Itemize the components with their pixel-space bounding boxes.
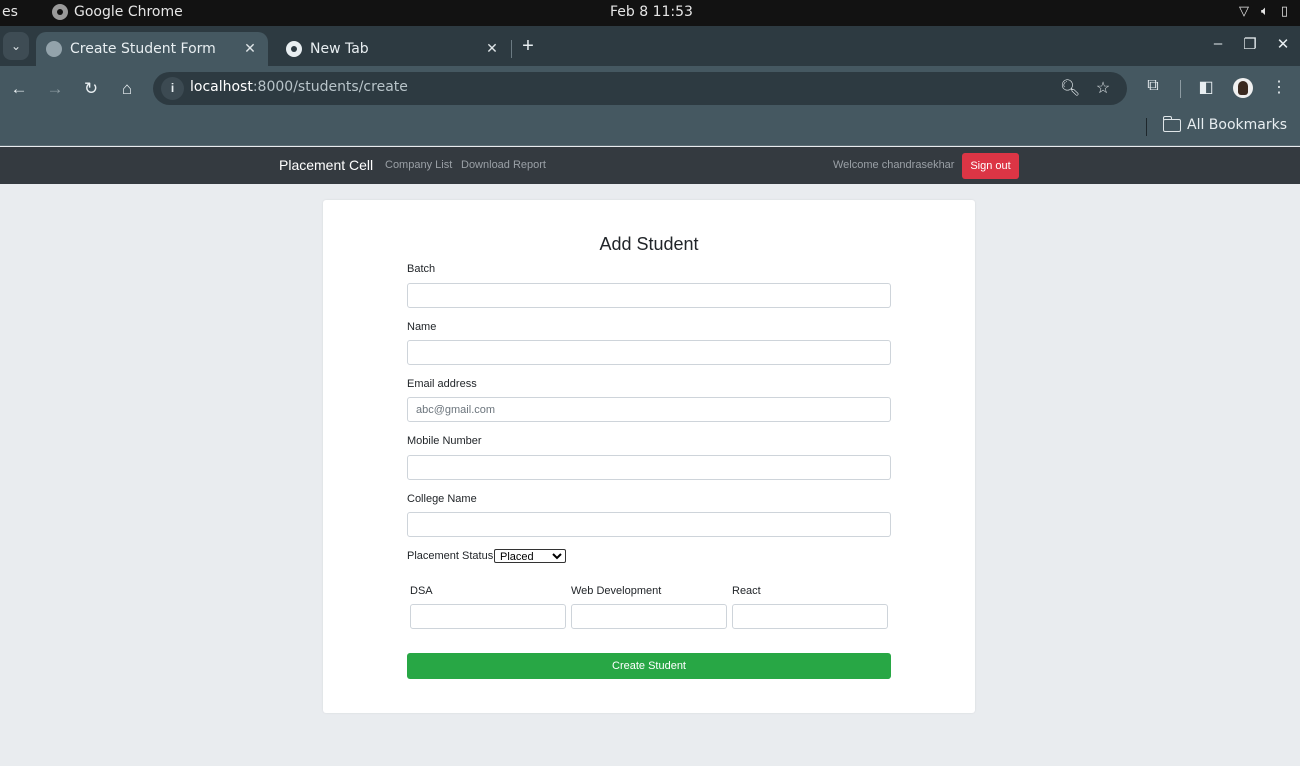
app-menu[interactable]: Google Chrome bbox=[52, 4, 183, 20]
tab-search-button[interactable]: ⌄ bbox=[3, 32, 29, 60]
college-input[interactable] bbox=[407, 512, 891, 537]
all-bookmarks-label: All Bookmarks bbox=[1187, 117, 1288, 133]
brand-link[interactable]: Placement Cell bbox=[279, 157, 373, 173]
tab-title: New Tab bbox=[310, 41, 369, 57]
chrome-icon bbox=[286, 41, 302, 57]
browser-toolbar: ← → ↻ ⌂ i localhost:8000/students/create… bbox=[0, 66, 1300, 111]
reload-button[interactable]: ↻ bbox=[79, 77, 103, 101]
app-name: Google Chrome bbox=[74, 4, 183, 20]
os-top-bar: es Google Chrome Feb 8 11:53 ▽ 🔈︎ ▯ bbox=[0, 0, 1300, 26]
placement-status-select[interactable]: Placed bbox=[494, 549, 566, 563]
toolbar-separator bbox=[1180, 80, 1181, 98]
back-button[interactable]: ← bbox=[7, 77, 31, 101]
url-path: :8000/students/create bbox=[252, 79, 408, 95]
nav-link-download-report[interactable]: Download Report bbox=[461, 159, 546, 171]
zoom-icon[interactable]: 🔍︎ bbox=[1060, 78, 1080, 98]
minimize-button[interactable]: – bbox=[1208, 35, 1228, 52]
new-tab-button[interactable]: + bbox=[518, 35, 538, 58]
name-label: Name bbox=[407, 321, 437, 333]
email-input[interactable] bbox=[407, 397, 891, 422]
page-title: Add Student bbox=[599, 234, 699, 254]
chrome-icon bbox=[52, 4, 68, 20]
close-tab-icon[interactable]: ✕ bbox=[482, 41, 502, 57]
sign-out-button[interactable]: Sign out bbox=[962, 153, 1019, 179]
restore-button[interactable]: ❐ bbox=[1240, 35, 1260, 53]
add-student-card: Add Student Batch Name Email address Mob… bbox=[323, 200, 975, 713]
home-button[interactable]: ⌂ bbox=[115, 77, 139, 101]
address-bar[interactable]: i localhost:8000/students/create 🔍︎ ☆ bbox=[153, 72, 1127, 105]
folder-icon bbox=[1162, 115, 1181, 132]
placement-status-label: Placement Status bbox=[407, 550, 494, 562]
site-navbar: Placement Cell Company List Download Rep… bbox=[0, 147, 1300, 184]
bookmark-star-icon[interactable]: ☆ bbox=[1093, 78, 1113, 98]
tab-separator bbox=[511, 40, 512, 58]
web-development-input[interactable] bbox=[571, 604, 727, 629]
system-tray[interactable]: ▽ 🔈︎ ▯ bbox=[1239, 4, 1288, 19]
react-label: React bbox=[732, 585, 761, 597]
battery-icon: ▯ bbox=[1280, 4, 1288, 19]
web-development-label: Web Development bbox=[571, 585, 662, 597]
nav-link-company-list[interactable]: Company List bbox=[385, 159, 452, 171]
email-label: Email address bbox=[407, 378, 477, 390]
bookmarks-bar: All Bookmarks bbox=[0, 111, 1300, 146]
site-info-icon[interactable]: i bbox=[161, 77, 184, 100]
profile-avatar[interactable] bbox=[1233, 78, 1253, 98]
dsa-input[interactable] bbox=[410, 604, 566, 629]
college-label: College Name bbox=[407, 493, 477, 505]
batch-label: Batch bbox=[407, 263, 436, 275]
wifi-icon: ▽ bbox=[1239, 4, 1250, 19]
tab-new-tab[interactable]: New Tab ✕ bbox=[276, 32, 510, 66]
mobile-label: Mobile Number bbox=[407, 435, 482, 447]
all-bookmarks-button[interactable]: All Bookmarks bbox=[1162, 115, 1288, 133]
url-text[interactable]: localhost:8000/students/create bbox=[190, 79, 408, 95]
name-input[interactable] bbox=[407, 340, 891, 365]
create-student-button[interactable]: Create Student bbox=[407, 653, 891, 679]
welcome-text: Welcome chandrasekhar bbox=[833, 159, 955, 171]
chevron-down-icon: ⌄ bbox=[10, 39, 22, 53]
tab-strip: ⌄ Create Student Form ✕ New Tab ✕ + – ❐ … bbox=[0, 26, 1300, 66]
forward-button[interactable]: → bbox=[43, 77, 67, 101]
menu-icon[interactable]: ⋮ bbox=[1268, 77, 1290, 97]
tab-create-student-form[interactable]: Create Student Form ✕ bbox=[36, 32, 268, 66]
globe-icon bbox=[46, 41, 62, 57]
dsa-label: DSA bbox=[410, 585, 433, 597]
activities-button[interactable]: es bbox=[2, 4, 18, 20]
mobile-input[interactable] bbox=[407, 455, 891, 480]
react-input[interactable] bbox=[732, 604, 888, 629]
extensions-icon[interactable]: ⧉ bbox=[1142, 77, 1164, 95]
clock[interactable]: Feb 8 11:53 bbox=[610, 4, 693, 20]
batch-input[interactable] bbox=[407, 283, 891, 308]
volume-icon: 🔈︎ bbox=[1261, 4, 1269, 19]
close-window-button[interactable]: ✕ bbox=[1273, 35, 1293, 53]
url-host: localhost bbox=[190, 79, 253, 95]
tab-title: Create Student Form bbox=[70, 41, 216, 57]
side-panel-icon[interactable]: ◧ bbox=[1195, 77, 1217, 97]
close-tab-icon[interactable]: ✕ bbox=[240, 41, 260, 57]
bookmarks-separator bbox=[1146, 118, 1147, 136]
